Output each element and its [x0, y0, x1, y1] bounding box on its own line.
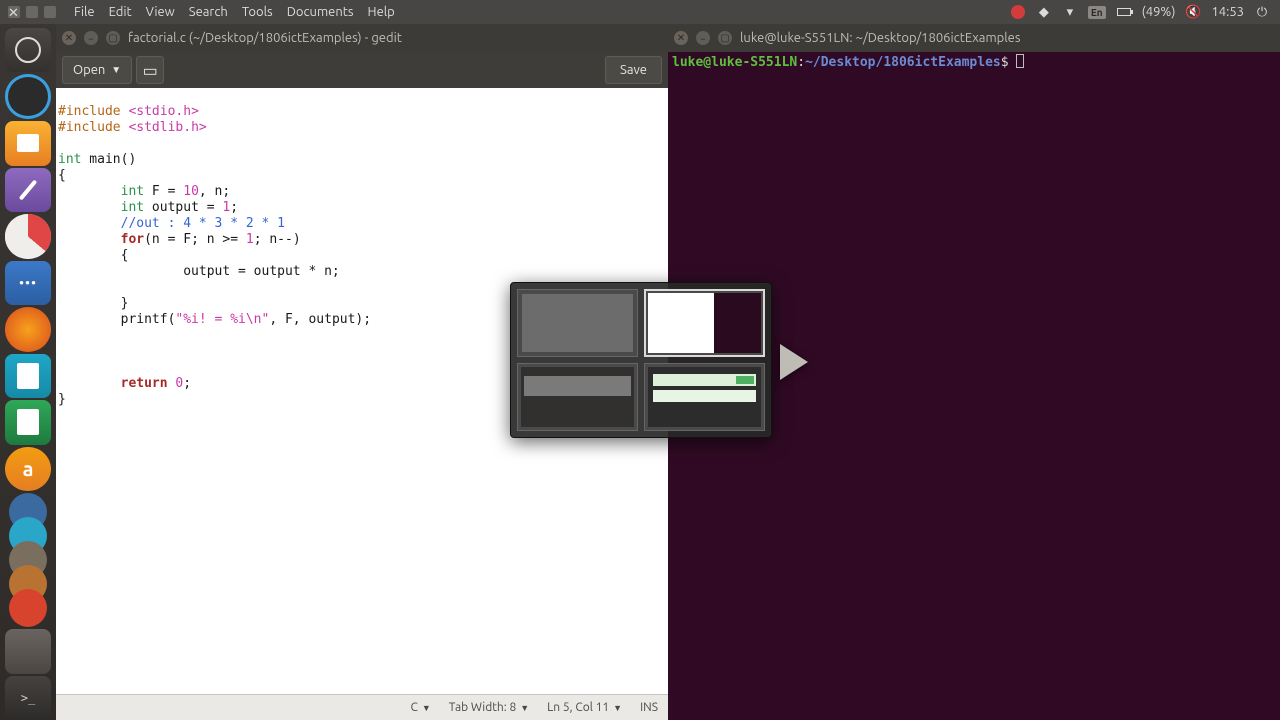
open-button[interactable]: Open ▼: [62, 56, 132, 84]
terminal-icon[interactable]: [5, 676, 51, 720]
unity-launcher: [0, 24, 56, 720]
firefox-icon[interactable]: [5, 307, 51, 351]
gedit-titlebar[interactable]: ✕ − ▢ factorial.c (~/Desktop/1806ictExam…: [56, 24, 668, 52]
gedit-title: factorial.c (~/Desktop/1806ictExamples) …: [128, 31, 402, 45]
battery-percent: (49%): [1142, 5, 1176, 19]
session-icon[interactable]: ⏻: [1254, 4, 1270, 20]
workspace-2[interactable]: [644, 289, 765, 357]
terminal-cursor: [1016, 54, 1024, 68]
disk-usage-icon[interactable]: [5, 214, 51, 258]
menu-view[interactable]: View: [146, 5, 175, 19]
clock[interactable]: 14:53: [1211, 5, 1244, 19]
cursor-position[interactable]: Ln 5, Col 11▼: [547, 701, 622, 714]
window-controls: ✕: [0, 6, 64, 18]
keyboard-lang-indicator[interactable]: En: [1088, 6, 1106, 19]
workspace-4[interactable]: [644, 363, 765, 431]
menu-search[interactable]: Search: [189, 5, 228, 19]
maximize-window-button[interactable]: [44, 6, 56, 18]
terminal-title: luke@luke-S551LN: ~/Desktop/1806ictExamp…: [740, 31, 1021, 45]
workspace-1[interactable]: [517, 289, 638, 357]
system-tray: ◆ ▾ En (49%) 🔇 14:53 ⏻: [1010, 4, 1280, 20]
workspace-next-arrow-icon[interactable]: [780, 344, 808, 380]
record-indicator-icon[interactable]: [1010, 4, 1026, 20]
insert-mode[interactable]: INS: [640, 701, 658, 714]
tabwidth-picker[interactable]: Tab Width: 8▼: [449, 701, 529, 714]
minimize-icon[interactable]: −: [84, 31, 98, 45]
maximize-icon[interactable]: ▢: [106, 31, 120, 45]
amazon-icon[interactable]: [5, 447, 51, 491]
close-icon[interactable]: ✕: [62, 31, 76, 45]
workspace-3[interactable]: [517, 363, 638, 431]
menu-tools[interactable]: Tools: [242, 5, 273, 19]
save-label: Save: [620, 63, 647, 77]
wifi-icon[interactable]: ▾: [1062, 4, 1078, 20]
gedit-toolbar: Open ▼ ▭ Save: [56, 52, 668, 88]
chevron-down-icon: ▼: [520, 703, 529, 713]
save-button[interactable]: Save: [605, 56, 662, 84]
volume-muted-icon[interactable]: 🔇: [1185, 4, 1201, 20]
app-menus: File Edit View Search Tools Documents He…: [64, 5, 395, 19]
calc-icon[interactable]: [5, 400, 51, 444]
menu-documents[interactable]: Documents: [287, 5, 354, 19]
workspace-switcher[interactable]: [510, 282, 772, 438]
language-picker[interactable]: C▼: [411, 701, 431, 714]
files-icon[interactable]: [5, 121, 51, 165]
maximize-icon[interactable]: ▢: [718, 31, 732, 45]
writer-icon[interactable]: [5, 354, 51, 398]
dropbox-icon[interactable]: ◆: [1036, 4, 1052, 20]
battery-icon[interactable]: [1116, 4, 1132, 20]
new-document-icon: ▭: [143, 61, 158, 80]
document-icon[interactable]: [5, 629, 51, 673]
new-tab-button[interactable]: ▭: [136, 56, 164, 84]
minimize-window-button[interactable]: [26, 6, 38, 18]
menu-file[interactable]: File: [74, 5, 95, 19]
chevron-down-icon: ▼: [613, 703, 622, 713]
terminal-titlebar[interactable]: ✕ − ▢ luke@luke-S551LN: ~/Desktop/1806ic…: [668, 24, 1280, 52]
dash-icon[interactable]: [5, 28, 51, 72]
menu-help[interactable]: Help: [368, 5, 395, 19]
circle-app-icon[interactable]: [5, 74, 51, 119]
minimize-icon[interactable]: −: [696, 31, 710, 45]
chevron-down-icon: ▼: [422, 703, 431, 713]
close-icon[interactable]: ✕: [674, 31, 688, 45]
app5-icon[interactable]: [9, 589, 47, 627]
text-editor-icon[interactable]: [5, 168, 51, 212]
open-label: Open: [73, 63, 105, 77]
more-apps-icon[interactable]: [5, 261, 51, 305]
desktop-menubar: ✕ File Edit View Search Tools Documents …: [0, 0, 1280, 24]
chevron-down-icon: ▼: [111, 64, 121, 76]
menu-edit[interactable]: Edit: [109, 5, 132, 19]
stacked-app-icons: [5, 493, 51, 627]
close-window-button[interactable]: ✕: [8, 6, 20, 18]
gedit-statusbar: C▼ Tab Width: 8▼ Ln 5, Col 11▼ INS: [56, 694, 668, 720]
